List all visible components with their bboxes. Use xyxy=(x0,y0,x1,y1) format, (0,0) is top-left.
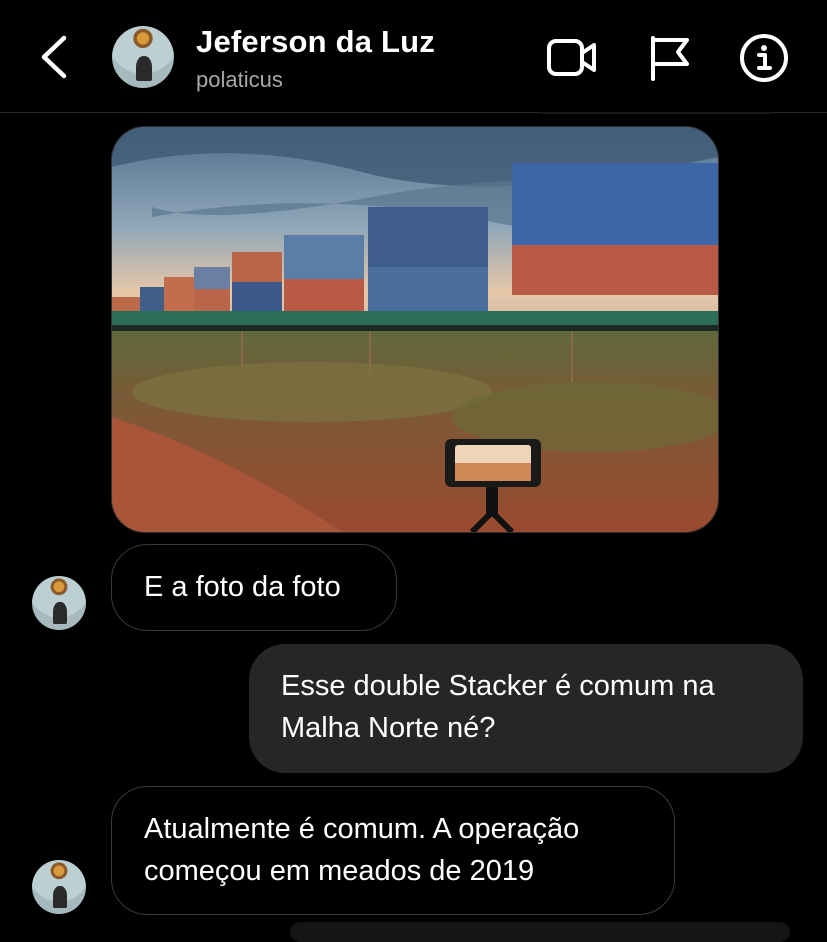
train-photo xyxy=(112,127,718,532)
info-button[interactable] xyxy=(738,32,790,84)
chevron-left-icon xyxy=(41,35,67,79)
info-icon xyxy=(740,34,788,82)
chat-header: Jeferson da Luz polaticus xyxy=(0,0,827,113)
contact-username[interactable]: polaticus xyxy=(196,67,283,93)
message-text: E a foto da foto xyxy=(144,571,341,603)
divider xyxy=(540,112,772,114)
message-text-line: Esse double Stacker é comum na xyxy=(281,670,715,702)
message-bubble-incoming[interactable]: E a foto da foto xyxy=(111,544,397,631)
message-bubble-incoming[interactable]: Atualmente é comum. A operação começou e… xyxy=(111,786,675,915)
flag-icon xyxy=(651,36,689,81)
sender-avatar[interactable] xyxy=(32,576,86,630)
back-button[interactable] xyxy=(30,30,80,84)
contact-name[interactable]: Jeferson da Luz xyxy=(196,24,435,60)
contact-avatar[interactable] xyxy=(112,26,174,88)
message-text-line: Malha Norte né? xyxy=(281,712,496,744)
video-camera-icon xyxy=(547,39,596,76)
message-text-line: Atualmente é comum. A operação xyxy=(144,813,580,845)
video-call-button[interactable] xyxy=(546,32,598,84)
message-text-line: começou em meados de 2019 xyxy=(144,855,535,887)
report-button[interactable] xyxy=(645,32,697,84)
message-bubble-outgoing[interactable]: Esse double Stacker é comum na Malha Nor… xyxy=(249,644,803,773)
next-message-bubble-partial xyxy=(290,922,790,942)
sender-avatar[interactable] xyxy=(32,860,86,914)
photo-message[interactable] xyxy=(111,126,719,533)
